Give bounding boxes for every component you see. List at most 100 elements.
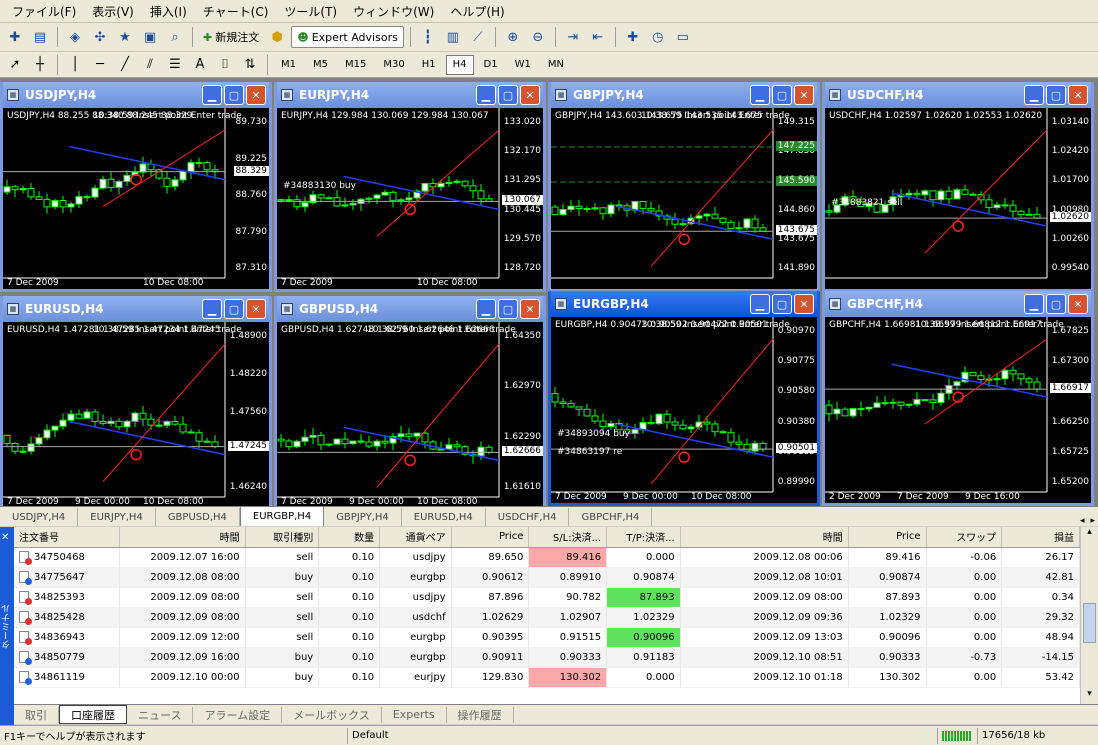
chart-plot-area[interactable]: EURGBP,H4 0.90473 0.90502 0.90472 0.9050… <box>551 317 817 503</box>
line-chart-icon[interactable]: ⟋ <box>467 26 489 48</box>
minimize-icon[interactable]: ▁ <box>750 85 770 105</box>
warning-icon[interactable]: ⬢ <box>266 26 288 48</box>
col-tp[interactable]: T/P:決済... <box>606 527 681 548</box>
maximize-icon[interactable]: ▢ <box>498 85 518 105</box>
tab-trade[interactable]: 取引 <box>14 706 59 723</box>
new-order-button[interactable]: ✚ 新規注文 <box>199 26 263 48</box>
maximize-icon[interactable]: ▢ <box>498 299 518 319</box>
cursor-icon[interactable]: ➚ <box>4 54 26 76</box>
tf-m1[interactable]: M1 <box>274 55 303 75</box>
table-row[interactable]: 34836943 2009.12.09 12:00 sell 0.10 eurgbp 0.… <box>14 627 1080 648</box>
chart-window-titlebar[interactable]: ▦ EURUSD,H4 ▁ ▢ ✕ <box>3 296 269 322</box>
maximize-icon[interactable]: ▢ <box>1046 294 1066 314</box>
chart-window[interactable]: ▦ GBPCHF,H4 ▁ ▢ ✕ GBPCHF,H4 1.66981 1.66… <box>822 291 1094 506</box>
chart-plot-area[interactable]: EURUSD,H4 1.47281 1.47285 1.47234 1.4724… <box>3 322 269 508</box>
col-price[interactable]: Price <box>451 527 530 548</box>
maximize-icon[interactable]: ▢ <box>772 85 792 105</box>
chart-tab[interactable]: GBPJPY,H4 <box>324 508 402 526</box>
chart-window-titlebar[interactable]: ▦ EURGBP,H4 ▁ ▢ ✕ <box>551 291 817 317</box>
minimize-icon[interactable]: ▁ <box>476 85 496 105</box>
zoom-in-icon[interactable]: ⊕ <box>502 26 524 48</box>
chart-window-titlebar[interactable]: ▦ EURJPY,H4 ▁ ▢ ✕ <box>277 82 543 108</box>
col-swap[interactable]: スワップ <box>926 527 1003 548</box>
zoom-out-icon[interactable]: ⊖ <box>527 26 549 48</box>
minimize-icon[interactable]: ▁ <box>750 294 770 314</box>
chart-tab[interactable]: GBPCHF,H4 <box>569 508 653 526</box>
menu-view[interactable]: 表示(V) <box>84 3 142 20</box>
market-watch-icon[interactable]: ◈ <box>64 26 86 48</box>
tab-scroll-left-icon[interactable]: ◂ <box>1077 516 1088 526</box>
col-profit[interactable]: 損益 <box>1001 527 1080 548</box>
arrows-icon[interactable]: ⇅ <box>239 54 261 76</box>
tf-m30[interactable]: M30 <box>376 55 411 75</box>
tab-alerts[interactable]: アラーム設定 <box>193 706 283 723</box>
tf-d1[interactable]: D1 <box>477 55 505 75</box>
chart-window[interactable]: ▦ EURUSD,H4 ▁ ▢ ✕ EURUSD,H4 1.47281 1.47… <box>0 296 272 511</box>
minimize-icon[interactable]: ▁ <box>1024 294 1044 314</box>
table-row[interactable]: 34861119 2009.12.10 00:00 buy 0.10 eurjpy 129… <box>14 667 1080 688</box>
chart-plot-area[interactable]: EURJPY,H4 129.984 130.069 129.984 130.06… <box>277 108 543 289</box>
chart-shift-icon[interactable]: ⇤ <box>587 26 609 48</box>
tab-scroll-right-icon[interactable]: ▸ <box>1087 516 1098 526</box>
tab-experts[interactable]: Experts <box>382 706 447 723</box>
scroll-thumb[interactable] <box>1083 603 1096 643</box>
tab-news[interactable]: ニュース <box>127 706 194 723</box>
scroll-up-icon[interactable]: ▴ <box>1081 527 1098 543</box>
col-close-time[interactable]: 時間 <box>680 527 849 548</box>
chart-tab[interactable]: GBPUSD,H4 <box>156 508 240 526</box>
maximize-icon[interactable]: ▢ <box>1046 85 1066 105</box>
chart-plot-area[interactable]: GBPCHF,H4 1.66981 1.66979 1.66812 1.6691… <box>825 317 1091 503</box>
close-icon[interactable]: ✕ <box>520 299 540 319</box>
table-row[interactable]: 34750468 2009.12.07 16:00 sell 0.10 usdjpy 89… <box>14 547 1080 568</box>
vertical-line-icon[interactable]: │ <box>64 54 86 76</box>
periods-icon[interactable]: ◷ <box>647 26 669 48</box>
indicators-icon[interactable]: ✚ <box>622 26 644 48</box>
chart-window[interactable]: ▦ USDCHF,H4 ▁ ▢ ✕ USDCHF,H4 1.02597 1.02… <box>822 82 1094 292</box>
horizontal-line-icon[interactable]: ─ <box>89 54 111 76</box>
menu-chart[interactable]: チャート(C) <box>195 3 277 20</box>
crosshair-icon[interactable]: ┼ <box>29 54 51 76</box>
col-sl[interactable]: S/L:決済... <box>528 527 608 548</box>
chart-window[interactable]: ▦ USDJPY,H4 ▁ ▢ ✕ USDJPY,H4 88.255 88.34… <box>0 82 272 292</box>
candlestick-icon[interactable]: ▥ <box>442 26 464 48</box>
minimize-icon[interactable]: ▁ <box>202 299 222 319</box>
auto-scroll-icon[interactable]: ⇥ <box>562 26 584 48</box>
minimize-icon[interactable]: ▁ <box>1024 85 1044 105</box>
table-row[interactable]: 34825393 2009.12.09 08:00 sell 0.10 usdjpy 87… <box>14 587 1080 608</box>
tf-mn[interactable]: MN <box>541 55 571 75</box>
tab-mailbox[interactable]: メールボックス <box>282 706 382 723</box>
col-type[interactable]: 取引種別 <box>245 527 320 548</box>
maximize-icon[interactable]: ▢ <box>772 294 792 314</box>
close-icon[interactable]: ✕ <box>794 294 814 314</box>
table-row[interactable]: 34850779 2009.12.09 16:00 buy 0.10 eurgbp 0.9… <box>14 647 1080 668</box>
channel-icon[interactable]: ⫽ <box>139 54 161 76</box>
terminal-scrollbar[interactable]: ▴ ▾ <box>1080 527 1098 705</box>
menu-file[interactable]: ファイル(F) <box>4 3 84 20</box>
terminal-close-icon[interactable]: ✕ <box>1 532 9 543</box>
tf-h4[interactable]: H4 <box>445 54 474 75</box>
table-row[interactable]: 34825428 2009.12.09 08:00 sell 0.10 usdchf 1.… <box>14 607 1080 628</box>
chart-window[interactable]: ▦ GBPJPY,H4 ▁ ▢ ✕ GBPJPY,H4 143.603 143.… <box>548 82 820 292</box>
text-icon[interactable]: A <box>189 54 211 76</box>
tab-journal[interactable]: 操作履歴 <box>447 706 514 723</box>
expert-advisors-button[interactable]: ☻ Expert Advisors <box>291 26 404 48</box>
chart-tab[interactable]: USDCHF,H4 <box>486 508 570 526</box>
chart-window-titlebar[interactable]: ▦ USDCHF,H4 ▁ ▢ ✕ <box>825 82 1091 108</box>
new-chart-icon[interactable]: ✚ <box>4 26 26 48</box>
table-row[interactable]: 34775647 2009.12.08 08:00 buy 0.10 eurgbp 0.9… <box>14 567 1080 588</box>
minimize-icon[interactable]: ▁ <box>476 299 496 319</box>
col-close-price[interactable]: Price <box>848 527 927 548</box>
chart-plot-area[interactable]: USDCHF,H4 1.02597 1.02620 1.02553 1.0262… <box>825 108 1091 289</box>
menu-tools[interactable]: ツール(T) <box>276 3 345 20</box>
chart-window-titlebar[interactable]: ▦ GBPJPY,H4 ▁ ▢ ✕ <box>551 82 817 108</box>
data-window-icon[interactable]: ✣ <box>89 26 111 48</box>
text-label-icon[interactable]: ⌷ <box>214 54 236 76</box>
close-icon[interactable]: ✕ <box>246 85 266 105</box>
fibonacci-icon[interactable]: ☰ <box>164 54 186 76</box>
maximize-icon[interactable]: ▢ <box>224 85 244 105</box>
minimize-icon[interactable]: ▁ <box>202 85 222 105</box>
col-symbol[interactable]: 通貨ペア <box>379 527 452 548</box>
menu-insert[interactable]: 挿入(I) <box>142 3 195 20</box>
chart-window-titlebar[interactable]: ▦ GBPCHF,H4 ▁ ▢ ✕ <box>825 291 1091 317</box>
maximize-icon[interactable]: ▢ <box>224 299 244 319</box>
